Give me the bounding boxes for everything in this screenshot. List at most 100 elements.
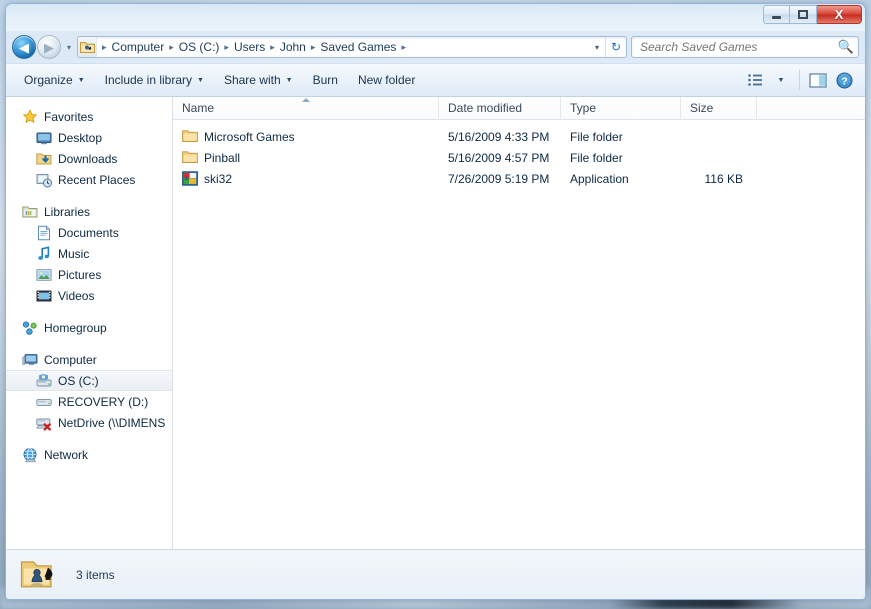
address-field[interactable]: ▸ Computer ▸ OS (C:) ▸ Users ▸ John ▸ Sa… bbox=[77, 36, 627, 58]
sidebar-item-network[interactable]: Network bbox=[6, 444, 172, 465]
nav-group-network: Network bbox=[6, 444, 172, 465]
music-icon bbox=[36, 245, 52, 262]
folder-icon bbox=[182, 150, 198, 166]
breadcrumb-item-john[interactable]: John bbox=[277, 39, 309, 55]
table-row[interactable]: Microsoft Games 5/16/2009 4:33 PM File f… bbox=[173, 126, 865, 147]
sidebar-item-os-c[interactable]: OS (C:) bbox=[6, 370, 172, 391]
share-with-button[interactable]: Share with ▼ bbox=[214, 68, 303, 92]
sidebar-label: Music bbox=[58, 246, 90, 261]
column-header-date-modified[interactable]: Date modified bbox=[439, 97, 561, 120]
saved-games-folder-icon bbox=[78, 37, 97, 57]
search-field[interactable]: 🔍 bbox=[631, 36, 859, 58]
sidebar-item-netdrive[interactable]: NetDrive (\\DIMENS bbox=[6, 412, 172, 433]
title-bar bbox=[6, 4, 865, 31]
file-name-cell: Pinball bbox=[173, 150, 439, 166]
burn-button[interactable]: Burn bbox=[303, 68, 348, 92]
videos-icon bbox=[36, 288, 52, 304]
file-date-cell: 5/16/2009 4:57 PM bbox=[448, 150, 550, 165]
maximize-icon bbox=[798, 10, 808, 19]
sidebar-item-computer[interactable]: Computer bbox=[6, 349, 172, 370]
close-button[interactable]: X bbox=[817, 5, 862, 24]
file-type-cell: Application bbox=[570, 171, 629, 186]
nav-group-homegroup: Homegroup bbox=[6, 317, 172, 338]
sidebar-item-recent-places[interactable]: Recent Places bbox=[6, 169, 172, 190]
search-input[interactable] bbox=[640, 40, 838, 54]
sidebar-item-recovery-d[interactable]: RECOVERY (D:) bbox=[6, 391, 172, 412]
address-bar: ◀ ▶ ▾ ▸ Computer ▸ OS (C:) ▸ Users ▸ Joh… bbox=[6, 31, 865, 63]
nav-group-favorites: Favorites Desktop Downloads Recent Place… bbox=[6, 106, 172, 190]
preview-pane-icon[interactable] bbox=[805, 68, 831, 92]
chevron-down-icon: ▼ bbox=[777, 76, 785, 84]
file-rows: Microsoft Games 5/16/2009 4:33 PM File f… bbox=[173, 120, 865, 189]
sidebar-label: Computer bbox=[44, 352, 97, 367]
list-view-icon[interactable] bbox=[742, 68, 768, 92]
sidebar-item-desktop[interactable]: Desktop bbox=[6, 127, 172, 148]
back-button[interactable]: ◀ bbox=[12, 35, 36, 59]
sidebar-item-documents[interactable]: Documents bbox=[6, 222, 172, 243]
minimize-button[interactable] bbox=[763, 5, 790, 24]
file-name: ski32 bbox=[204, 171, 233, 186]
sidebar-item-homegroup[interactable]: Homegroup bbox=[6, 317, 172, 338]
column-header-size[interactable]: Size bbox=[681, 97, 757, 120]
breadcrumb-separator: ▸ bbox=[310, 41, 316, 52]
desktop-icon bbox=[36, 130, 52, 146]
file-date-cell: 7/26/2009 5:19 PM bbox=[448, 171, 550, 186]
include-in-library-button[interactable]: Include in library ▼ bbox=[95, 68, 214, 92]
refresh-icon[interactable]: ↻ bbox=[605, 37, 626, 57]
sidebar-item-favorites[interactable]: Favorites bbox=[6, 106, 172, 127]
breadcrumb-item-computer[interactable]: Computer bbox=[109, 39, 168, 55]
sort-ascending-icon bbox=[302, 97, 311, 102]
command-toolbar: Organize ▼ Include in library ▼ Share wi… bbox=[6, 63, 865, 97]
sidebar-item-downloads[interactable]: Downloads bbox=[6, 148, 172, 169]
sidebar-label: Downloads bbox=[58, 151, 118, 166]
view-dropdown-button[interactable]: ▼ bbox=[768, 68, 794, 92]
recovery-drive-icon bbox=[36, 394, 52, 410]
breadcrumb-item-users[interactable]: Users bbox=[231, 39, 268, 55]
nav-group-libraries: Libraries Documents Music Pictures Video… bbox=[6, 201, 172, 306]
organize-button[interactable]: Organize ▼ bbox=[14, 68, 95, 92]
sidebar-label: Desktop bbox=[58, 130, 103, 145]
application-icon bbox=[182, 170, 198, 187]
sidebar-item-music[interactable]: Music bbox=[6, 243, 172, 264]
file-type-cell: File folder bbox=[570, 150, 623, 165]
organize-label: Organize bbox=[24, 73, 73, 87]
burn-label: Burn bbox=[312, 73, 338, 87]
maximize-button[interactable] bbox=[790, 5, 817, 24]
column-header-type[interactable]: Type bbox=[561, 97, 681, 120]
sidebar-label: NetDrive (\\DIMENS bbox=[58, 415, 166, 430]
toolbar-divider bbox=[799, 70, 800, 90]
chevron-down-icon: ▼ bbox=[197, 76, 204, 84]
breadcrumb-item-os-c[interactable]: OS (C:) bbox=[176, 39, 223, 55]
new-folder-button[interactable]: New folder bbox=[348, 68, 425, 92]
file-list-pane[interactable]: Name Date modified Type Size Microsoft G… bbox=[173, 97, 865, 549]
window-controls: X bbox=[763, 5, 862, 24]
forward-button[interactable]: ▶ bbox=[37, 35, 61, 59]
file-name-cell: ski32 bbox=[173, 170, 439, 187]
breadcrumb-separator: ▸ bbox=[401, 41, 406, 52]
star-icon bbox=[22, 108, 38, 125]
sidebar-item-libraries[interactable]: Libraries bbox=[6, 201, 172, 222]
breadcrumb-item-saved-games[interactable]: Saved Games bbox=[317, 39, 399, 55]
sidebar-label: Network bbox=[44, 447, 89, 462]
search-icon: 🔍 bbox=[837, 39, 854, 54]
column-header-name[interactable]: Name bbox=[173, 97, 439, 120]
close-icon: X bbox=[834, 7, 844, 22]
sidebar-item-videos[interactable]: Videos bbox=[6, 285, 172, 306]
file-name: Microsoft Games bbox=[204, 129, 295, 144]
sidebar-label: Favorites bbox=[44, 109, 94, 124]
table-row[interactable]: Pinball 5/16/2009 4:57 PM File folder bbox=[173, 147, 865, 168]
table-row[interactable]: ski32 7/26/2009 5:19 PM Application 116 … bbox=[173, 168, 865, 189]
file-name: Pinball bbox=[204, 150, 241, 165]
help-icon[interactable]: ? bbox=[831, 68, 857, 92]
column-label: Type bbox=[570, 100, 597, 115]
sidebar-label: Recent Places bbox=[58, 172, 136, 187]
sidebar-label: Documents bbox=[58, 225, 119, 240]
chevron-down-icon[interactable]: ▾ bbox=[589, 43, 605, 52]
breadcrumb-separator: ▸ bbox=[169, 41, 174, 52]
recent-pages-button[interactable]: ▾ bbox=[62, 43, 76, 52]
share-with-label: Share with bbox=[223, 73, 281, 87]
sidebar-item-pictures[interactable]: Pictures bbox=[6, 264, 172, 285]
navigation-pane[interactable]: Favorites Desktop Downloads Recent Place… bbox=[6, 97, 173, 549]
recent-places-icon bbox=[36, 172, 52, 188]
breadcrumb: ▸ Computer ▸ OS (C:) ▸ Users ▸ John ▸ Sa… bbox=[97, 39, 589, 55]
